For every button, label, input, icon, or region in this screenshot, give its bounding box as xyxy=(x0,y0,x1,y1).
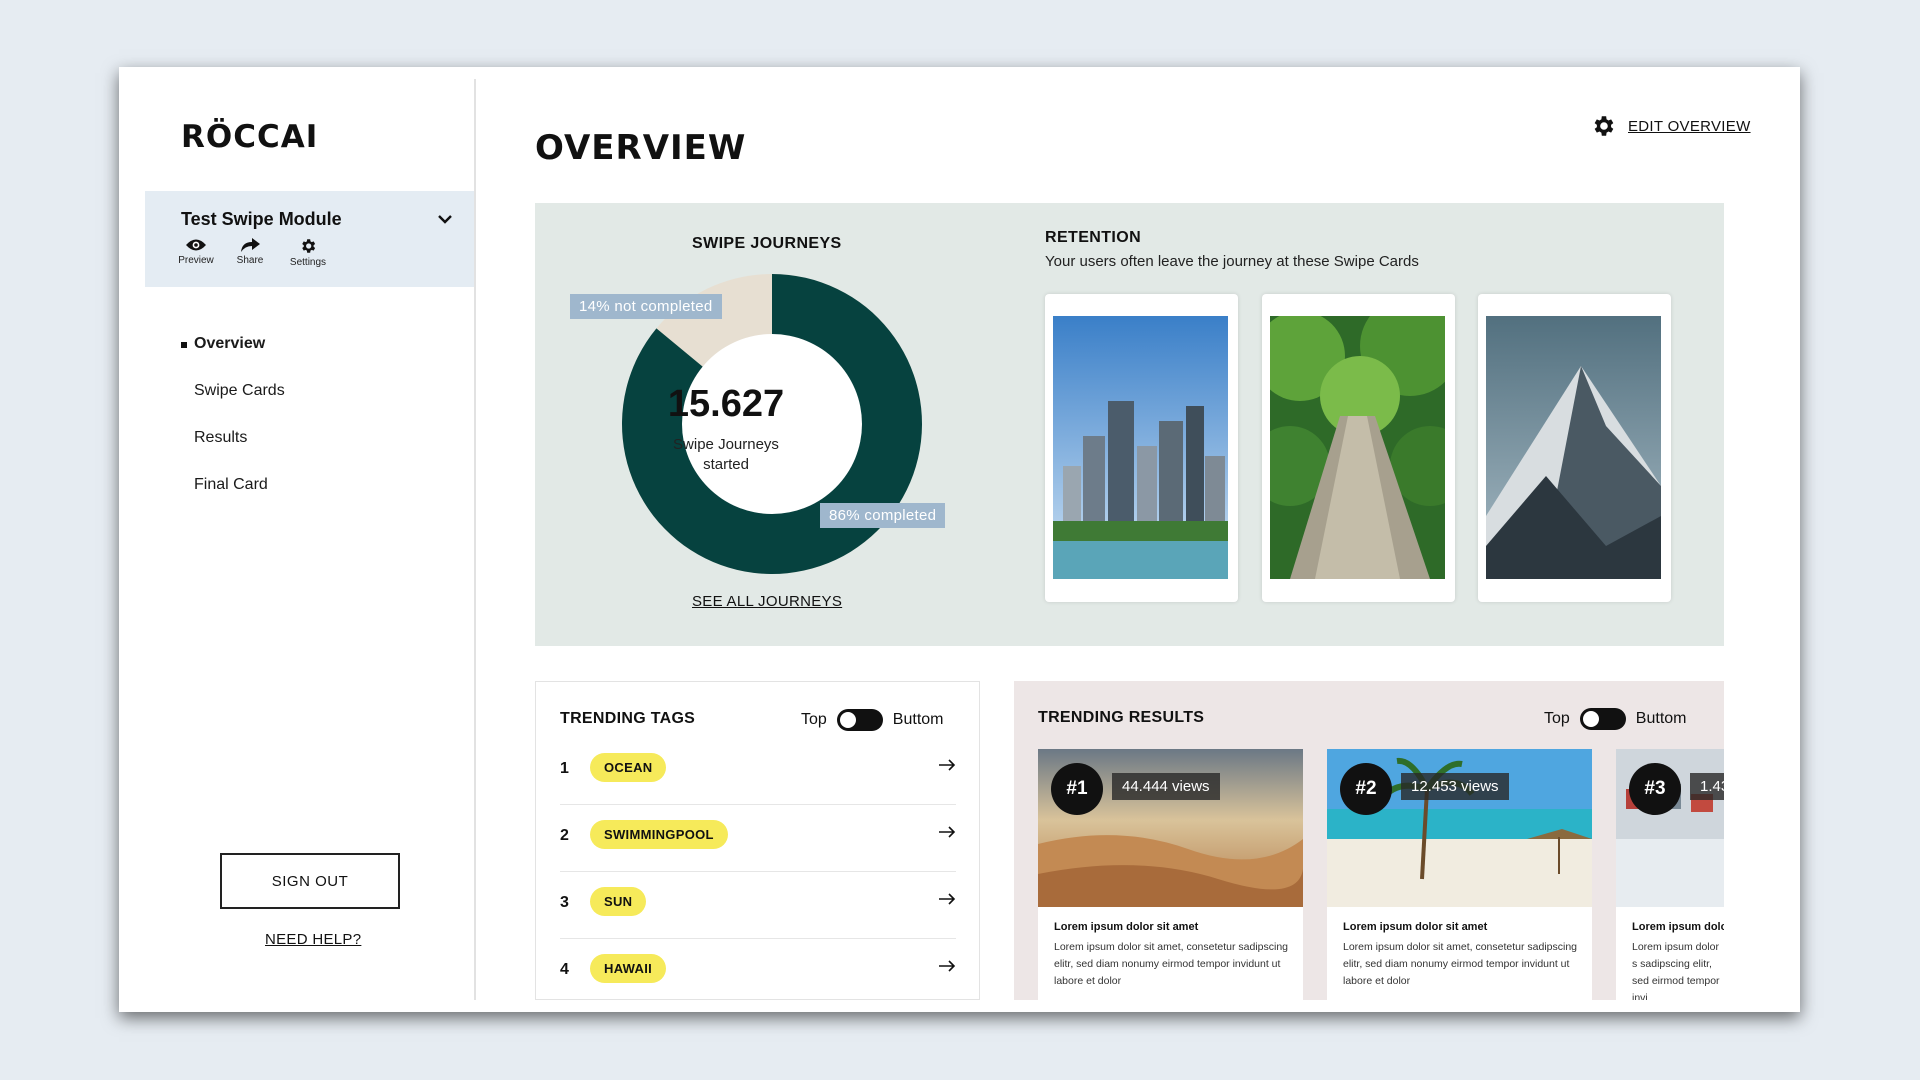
result-description: Lorem ipsum dolor sit amet, consetetur s… xyxy=(1343,941,1578,987)
result-title: Lorem ipsum dolor sit amet xyxy=(1343,921,1488,933)
settings-label: Settings xyxy=(289,257,327,268)
tag-rank: 4 xyxy=(560,961,569,978)
tag-row[interactable]: 3 SUN xyxy=(560,872,956,939)
need-help-link[interactable]: NEED HELP? xyxy=(265,931,361,948)
tag-pill[interactable]: SWIMMINGPOOL xyxy=(590,820,728,849)
result-card[interactable]: #3 1.43 Lorem ipsum dolor s Lorem ipsum … xyxy=(1616,749,1724,1000)
arrow-right-icon[interactable] xyxy=(938,825,956,839)
trending-results-title: TRENDING RESULTS xyxy=(1038,709,1205,726)
trending-results-panel: TRENDING RESULTS Top Buttom #1 44.444 vi… xyxy=(1014,681,1724,1000)
chevron-down-icon[interactable] xyxy=(435,209,455,229)
result-title: Lorem ipsum dolor sit amet xyxy=(1054,921,1199,933)
trending-tags-toggle-group: Top Buttom xyxy=(801,709,943,731)
retention-title: RETENTION xyxy=(1045,229,1142,246)
top-bottom-toggle[interactable] xyxy=(836,709,883,731)
see-all-journeys-link[interactable]: SEE ALL JOURNEYS xyxy=(692,593,842,610)
sidebar-item-label: Overview xyxy=(194,335,266,352)
arrow-right-icon[interactable] xyxy=(938,892,956,906)
result-title: Lorem ipsum dolor s xyxy=(1632,921,1724,933)
rank-badge: #3 xyxy=(1629,763,1681,815)
tag-rank: 2 xyxy=(560,827,569,844)
result-description: Lorem ipsum dolor s sadipscing elitr, se… xyxy=(1632,941,1720,1000)
journeys-total: 15.627 xyxy=(667,383,785,425)
trending-tags-panel: TRENDING TAGS Top Buttom 1 OCEAN 2 SWIMM… xyxy=(535,681,980,1000)
tag-pill[interactable]: OCEAN xyxy=(590,753,667,782)
gear-icon xyxy=(1594,116,1614,136)
edit-overview-label: EDIT OVERVIEW xyxy=(1628,117,1751,135)
tag-row[interactable]: 2 SWIMMINGPOOL xyxy=(560,805,956,872)
tag-pill[interactable]: SUN xyxy=(590,887,647,916)
city-skyline-image xyxy=(1053,316,1228,579)
sidebar-item-label: Swipe Cards xyxy=(194,382,285,399)
retention-card[interactable] xyxy=(1045,294,1238,602)
toggle-label-bottom: Buttom xyxy=(892,711,944,728)
tag-rank: 3 xyxy=(560,894,569,911)
trending-tags-title: TRENDING TAGS xyxy=(560,710,696,727)
share-label: Share xyxy=(236,255,264,266)
arrow-right-icon[interactable] xyxy=(938,959,956,973)
trending-results-toggle-group: Top Buttom xyxy=(1544,708,1686,730)
views-badge: 1.43 xyxy=(1690,773,1724,800)
edit-overview-link[interactable]: EDIT OVERVIEW xyxy=(1590,113,1751,139)
share-button[interactable]: Share xyxy=(225,237,275,266)
not-completed-label: 14% not completed xyxy=(570,294,722,319)
preview-label: Preview xyxy=(178,255,214,266)
eye-icon xyxy=(186,239,206,251)
views-badge: 44.444 views xyxy=(1112,773,1220,800)
sidebar: RÖCCAI Test Swipe Module Preview Share S… xyxy=(145,79,476,1000)
gear-icon xyxy=(302,239,316,253)
tag-row[interactable]: 4 HAWAII xyxy=(560,939,956,1006)
sign-out-button[interactable]: SIGN OUT xyxy=(220,853,400,909)
preview-button[interactable]: Preview xyxy=(171,237,221,266)
swipe-journeys-title: SWIPE JOURNEYS xyxy=(692,235,842,252)
retention-card[interactable] xyxy=(1262,294,1455,602)
arrow-right-icon[interactable] xyxy=(938,758,956,772)
top-bottom-toggle[interactable] xyxy=(1579,708,1626,730)
sidebar-item-label: Results xyxy=(194,429,248,446)
page-title: OVERVIEW xyxy=(535,128,747,168)
share-icon xyxy=(241,238,260,252)
forest-boardwalk-image xyxy=(1270,316,1445,579)
retention-card[interactable] xyxy=(1478,294,1671,602)
result-card[interactable]: #1 44.444 views Lorem ipsum dolor sit am… xyxy=(1038,749,1303,1000)
rank-badge: #1 xyxy=(1051,763,1103,815)
views-badge: 12.453 views xyxy=(1401,773,1509,800)
tag-pill[interactable]: HAWAII xyxy=(590,954,667,983)
toggle-label-top: Top xyxy=(801,711,827,728)
mountain-peak-image xyxy=(1486,316,1661,579)
tag-rank: 1 xyxy=(560,760,569,777)
toggle-label-bottom: Buttom xyxy=(1635,710,1687,727)
logo: RÖCCAI xyxy=(181,119,319,155)
journeys-total-label: Swipe Journeys started xyxy=(673,436,779,473)
toggle-label-top: Top xyxy=(1544,710,1570,727)
result-description: Lorem ipsum dolor sit amet, consetetur s… xyxy=(1054,941,1289,987)
tag-row[interactable]: 1 OCEAN xyxy=(560,738,956,805)
completed-label: 86% completed xyxy=(820,503,946,528)
rank-badge: #2 xyxy=(1340,763,1392,815)
module-header: Test Swipe Module Preview Share Settings xyxy=(145,191,474,287)
retention-subtitle: Your users often leave the journey at th… xyxy=(1045,253,1419,270)
module-name[interactable]: Test Swipe Module xyxy=(181,209,342,230)
overview-panel: SWIPE JOURNEYS 15.627 Swipe Journeys sta… xyxy=(535,203,1724,646)
active-bullet xyxy=(181,342,187,348)
result-card[interactable]: #2 12.453 views Lorem ipsum dolor sit am… xyxy=(1327,749,1592,1000)
settings-button[interactable]: Settings xyxy=(283,237,333,268)
sidebar-item-label: Final Card xyxy=(194,476,268,493)
